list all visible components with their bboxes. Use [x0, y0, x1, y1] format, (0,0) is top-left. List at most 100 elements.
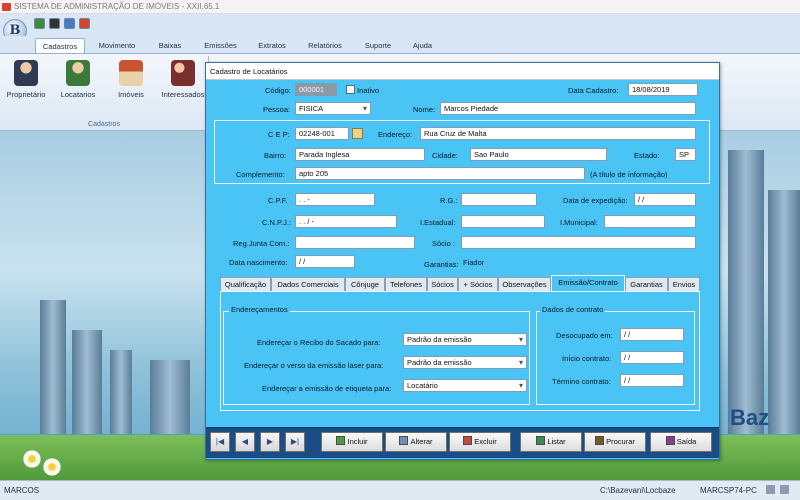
socio-label: Sócio : — [432, 239, 455, 248]
recibo-sacado-select[interactable]: Padrão da emissão — [403, 333, 527, 346]
tab-telefones[interactable]: Telefones — [385, 277, 427, 291]
recibo-sacado-label: Endereçar o Recibo do Sacado para: — [257, 338, 381, 347]
imoveis-button[interactable]: Imóveis — [108, 60, 154, 99]
status-bar: MARCOS C:\Bazevani\Locbaze MARCSP74-PC — [0, 480, 800, 500]
data-cadastro-field[interactable]: 18/08/2019 — [628, 83, 698, 96]
status-machine: MARCSP74-PC — [700, 486, 757, 495]
cpf-label: C.P.F. — [268, 196, 288, 205]
delete-icon — [463, 436, 473, 445]
next-record-button[interactable]: ▶ — [260, 432, 280, 452]
tab-suporte[interactable]: Suporte — [358, 38, 398, 53]
imunicipal-label: I.Municipal: — [560, 218, 598, 227]
quick-access-icon-3[interactable] — [64, 18, 75, 29]
brand-logo-text: Baz — [730, 405, 770, 430]
iestadual-field[interactable] — [461, 215, 545, 228]
list-icon — [536, 436, 546, 445]
quick-access-icon-4[interactable] — [79, 18, 90, 29]
locatarios-button[interactable]: Locatarios — [55, 60, 101, 99]
desocupado-label: Desocupado em: — [556, 331, 613, 340]
tab-extratos[interactable]: Extratos — [252, 38, 292, 53]
procurar-button[interactable]: Procurar — [584, 432, 646, 452]
excluir-button[interactable]: Excluir — [449, 432, 511, 452]
nome-field[interactable]: Marcos Piedade — [440, 102, 696, 115]
incluir-button[interactable]: Incluir — [321, 432, 383, 452]
iestadual-label: I.Estadual: — [420, 218, 456, 227]
inativo-checkbox[interactable] — [346, 85, 355, 94]
tab-emissoes[interactable]: Emissões — [198, 38, 243, 53]
estado-field[interactable]: SP — [675, 148, 696, 161]
quick-access-icon-2[interactable] — [49, 18, 60, 29]
regjunta-field[interactable] — [295, 236, 415, 249]
flower-illustration — [22, 449, 42, 469]
inicio-contrato-field[interactable]: / / — [620, 351, 684, 364]
cnpj-field[interactable]: . . / - — [295, 215, 397, 228]
tab-ajuda[interactable]: Ajuda — [405, 38, 440, 53]
saida-button[interactable]: Saída — [650, 432, 712, 452]
complemento-hint: (A título de informação) — [590, 170, 668, 179]
imunicipal-field[interactable] — [604, 215, 696, 228]
endereco-field[interactable]: Rua Cruz de Malta — [420, 127, 696, 140]
tab-emissao-contrato[interactable]: Emissão/Contrato — [551, 275, 625, 292]
cep-search-icon[interactable] — [352, 128, 363, 139]
app-icon — [2, 3, 11, 11]
building-illustration — [728, 150, 764, 440]
listar-button[interactable]: Listar — [520, 432, 582, 452]
ribbon-group-label: Cadastros — [88, 121, 120, 128]
complemento-field[interactable]: apto 205 — [295, 167, 585, 180]
rg-field[interactable] — [461, 193, 537, 206]
inativo-label: Inativo — [357, 86, 380, 95]
enderecamentos-title: Endereçamentos — [229, 305, 290, 314]
quick-access-bar — [0, 14, 800, 36]
interessados-button[interactable]: Interessados — [160, 60, 206, 99]
bairro-field[interactable]: Parada Inglesa — [295, 148, 425, 161]
app-title: SISTEMA DE ADMINISTRAÇÃO DE IMÓVEIS - XX… — [14, 2, 220, 11]
complemento-label: Complemento: — [236, 170, 285, 179]
proprietario-button[interactable]: Proprietário — [3, 60, 49, 99]
flower-illustration — [42, 457, 62, 477]
desocupado-field[interactable]: / / — [620, 328, 684, 341]
verso-emissao-select[interactable]: Padrão da emissão — [403, 356, 527, 369]
previous-record-button[interactable]: ◀ — [235, 432, 255, 452]
tab-mais-socios[interactable]: + Sócios — [458, 277, 498, 291]
tenant-icon — [66, 60, 90, 86]
alterar-button[interactable]: Alterar — [385, 432, 447, 452]
building-illustration — [40, 300, 66, 440]
tab-conjuge[interactable]: Cônjuge — [345, 277, 385, 291]
cidade-field[interactable]: Sao Paulo — [470, 148, 607, 161]
tab-cadastros[interactable]: Cadastros — [35, 38, 85, 53]
tab-movimento[interactable]: Movimento — [92, 38, 142, 53]
tab-qualificacao[interactable]: Qualificação — [220, 277, 271, 291]
cpf-field[interactable]: . . - — [295, 193, 375, 206]
status-indicator-icon — [780, 485, 789, 494]
tab-garantias[interactable]: Garantias — [625, 277, 668, 291]
codigo-field[interactable]: 000001 — [295, 83, 337, 96]
termino-contrato-field[interactable]: / / — [620, 374, 684, 387]
quick-access-icon-1[interactable] — [34, 18, 45, 29]
etiqueta-select[interactable]: Locatário — [403, 379, 527, 392]
last-record-button[interactable]: ▶| — [285, 432, 305, 452]
data-nascimento-label: Data nascimento: — [229, 258, 288, 267]
termino-contrato-label: Término contrato: — [552, 377, 611, 386]
tab-envios[interactable]: Envios — [668, 277, 700, 291]
data-cadastro-label: Data Cadastro: — [568, 86, 619, 95]
add-icon — [336, 436, 346, 445]
building-illustration — [768, 190, 800, 440]
data-expedicao-field[interactable]: / / — [634, 193, 696, 206]
status-path: C:\Bazevani\Locbaze — [600, 486, 676, 495]
garantias-label: Garantias: — [424, 260, 459, 269]
estado-label: Estado: — [634, 151, 660, 160]
socio-field[interactable] — [461, 236, 696, 249]
exit-icon — [665, 436, 675, 445]
building-illustration — [72, 330, 102, 440]
pessoa-select[interactable]: FISICA — [295, 102, 371, 115]
data-nascimento-field[interactable]: / / — [295, 255, 355, 268]
inicio-contrato-label: Início contrato: — [562, 354, 612, 363]
tab-socios[interactable]: Sócios — [427, 277, 458, 291]
tab-baixas[interactable]: Baixas — [150, 38, 190, 53]
endereco-label: Endereço: — [378, 130, 413, 139]
tab-dados-comerciais[interactable]: Dados Comerciais — [271, 277, 345, 291]
first-record-button[interactable]: |◀ — [210, 432, 230, 452]
cep-field[interactable]: 02248-001 — [295, 127, 349, 140]
tab-relatorios[interactable]: Relatórios — [302, 38, 348, 53]
tab-observacoes[interactable]: Observações — [498, 277, 551, 291]
